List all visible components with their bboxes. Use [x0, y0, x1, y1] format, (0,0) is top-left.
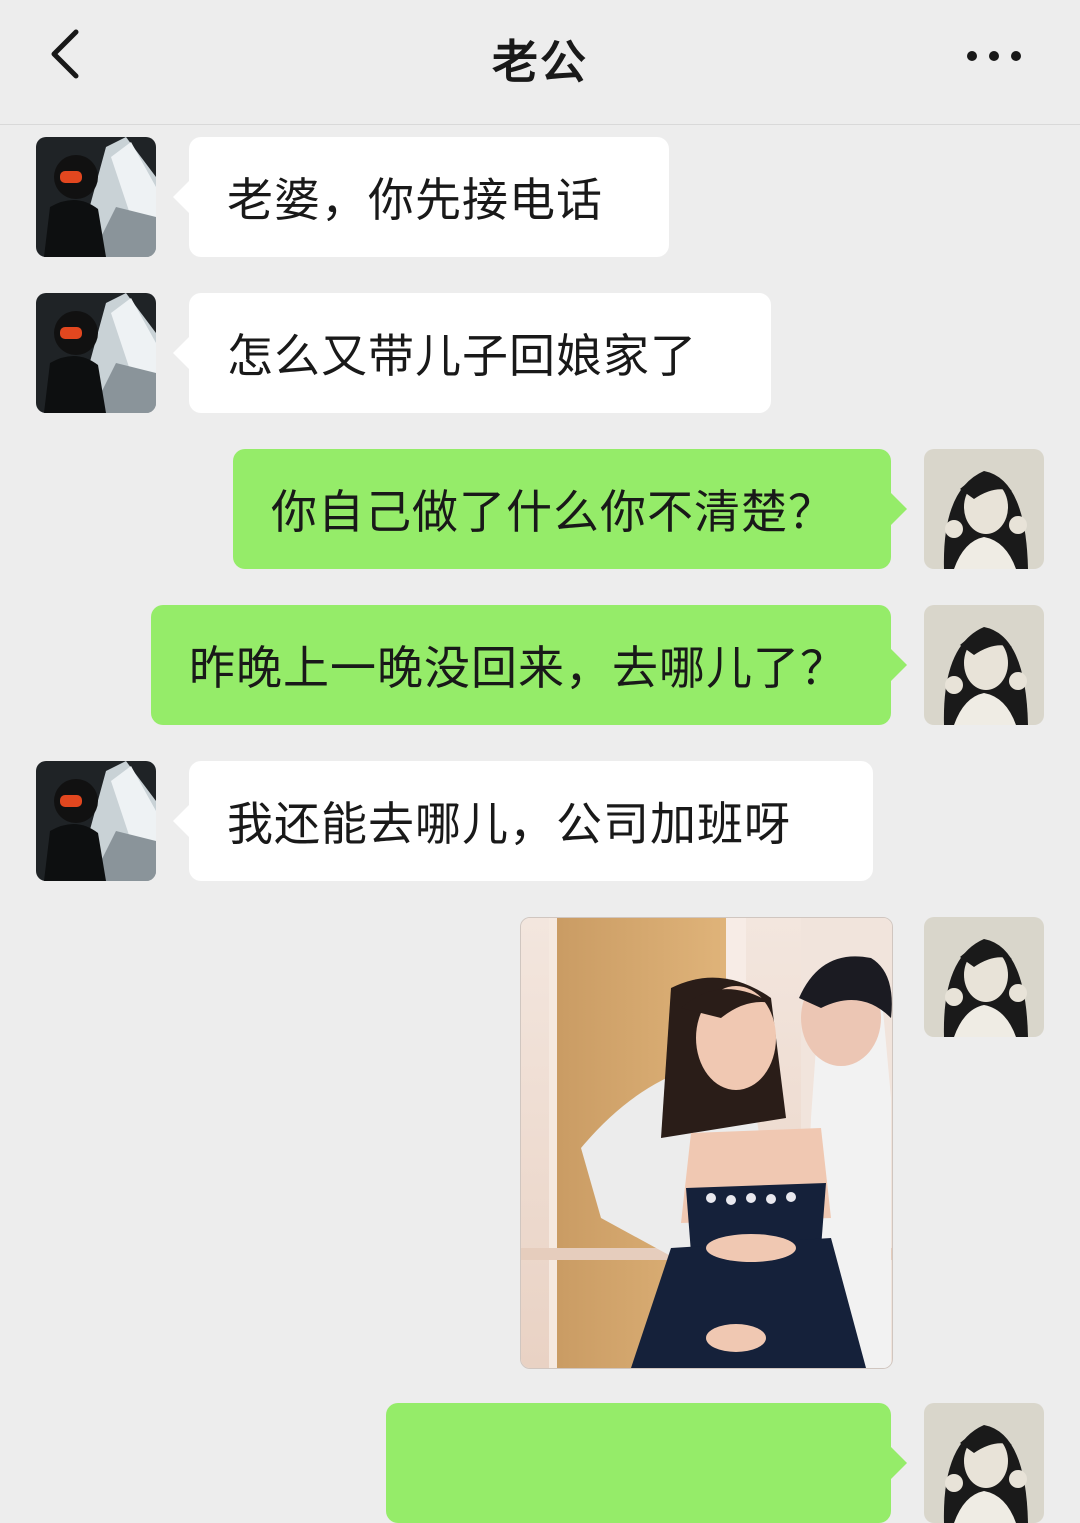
message-bubble-outgoing[interactable]	[386, 1403, 907, 1523]
my-avatar-image	[924, 917, 1044, 1037]
contact-avatar[interactable]	[36, 293, 156, 413]
ellipsis-icon	[967, 51, 1021, 61]
my-avatar-image	[924, 449, 1044, 569]
message-text: 昨晚上一晚没回来，去哪儿了？	[189, 641, 847, 695]
chat-title: 老公	[492, 35, 588, 89]
contact-avatar[interactable]	[36, 137, 156, 257]
my-avatar[interactable]	[924, 1403, 1044, 1523]
my-avatar-image	[924, 605, 1044, 725]
image-message[interactable]	[520, 917, 893, 1369]
message-text: 我还能去哪儿，公司加班呀	[227, 797, 791, 851]
my-avatar[interactable]	[924, 605, 1044, 725]
contact-avatar-image	[36, 761, 156, 881]
photo-couple	[521, 918, 892, 1368]
my-avatar-image	[924, 1403, 1044, 1523]
contact-avatar[interactable]	[36, 761, 156, 881]
contact-avatar-image	[36, 293, 156, 413]
chat-header: 老公	[0, 0, 1080, 125]
more-options-button[interactable]	[960, 30, 1032, 82]
message-bubble-incoming[interactable]: 怎么又带儿子回娘家了	[173, 293, 771, 413]
message-bubble-incoming[interactable]: 我还能去哪儿，公司加班呀	[173, 761, 873, 881]
my-avatar[interactable]	[924, 917, 1044, 1037]
message-text: 怎么又带儿子回娘家了	[227, 329, 697, 383]
my-avatar[interactable]	[924, 449, 1044, 569]
message-text: 老婆，你先接电话	[227, 173, 603, 227]
message-bubble-incoming[interactable]: 老婆，你先接电话	[173, 137, 669, 257]
message-bubble-outgoing[interactable]: 你自己做了什么你不清楚？	[233, 449, 907, 569]
contact-avatar-image	[36, 137, 156, 257]
message-bubble-outgoing[interactable]: 昨晚上一晚没回来，去哪儿了？	[151, 605, 907, 725]
message-text: 你自己做了什么你不清楚？	[271, 485, 835, 539]
